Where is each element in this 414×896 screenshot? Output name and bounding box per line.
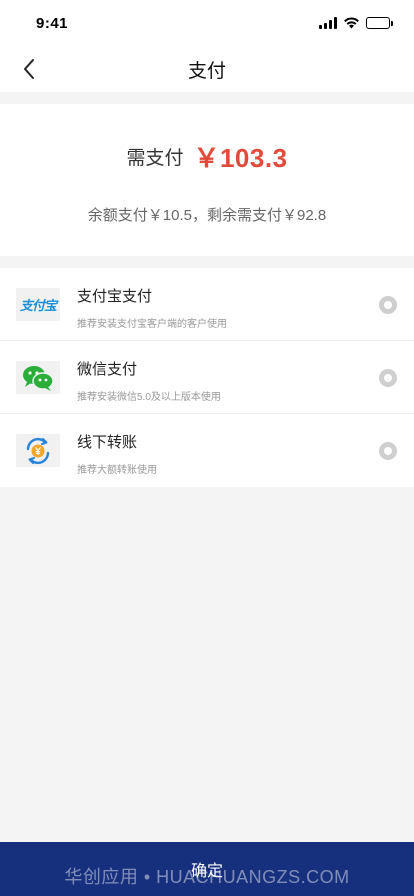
status-bar: 9:41 — [0, 0, 414, 46]
radio-alipay[interactable] — [379, 296, 397, 314]
yen-transfer-icon — [26, 437, 50, 464]
method-text: 线下转账 推荐大额转账使用 — [77, 431, 157, 476]
confirm-button[interactable]: 确定 — [0, 842, 414, 896]
amount-value: ￥103.3 — [193, 143, 288, 173]
method-desc: 推荐安装微信5.0及以上版本使用 — [77, 392, 221, 403]
amount-row: 需支付 ￥103.3 — [0, 138, 414, 175]
nav-bar: 支付 — [0, 46, 414, 92]
bank-transfer-icon — [16, 434, 60, 467]
payment-method-wechat[interactable]: 微信支付 推荐安装微信5.0及以上版本使用 — [0, 341, 414, 414]
alipay-logo: 支付宝 — [16, 288, 60, 321]
wechat-bubbles-icon — [23, 365, 54, 391]
signal-icon — [319, 17, 337, 29]
wifi-icon — [344, 17, 359, 29]
amount-card: 需支付 ￥103.3 余额支付￥10.5，剩余需支付￥92.8 — [0, 104, 414, 256]
method-text: 微信支付 推荐安装微信5.0及以上版本使用 — [77, 358, 221, 403]
method-name: 支付宝支付 — [77, 288, 153, 305]
status-icons — [319, 17, 393, 29]
amount-label: 需支付 — [126, 148, 184, 169]
method-name: 线下转账 — [77, 434, 138, 451]
method-text: 支付宝支付 推荐安装支付宝客户端的客户使用 — [77, 285, 227, 330]
payment-screen: 9:41 支付 需支付 ￥103.3 余额支付￥10.5，剩余需支付￥92.8 … — [0, 0, 414, 896]
payment-methods-list: 支付宝 支付宝支付 推荐安装支付宝客户端的客户使用 微信支付 推荐安装微信5.0… — [0, 268, 414, 487]
amount-breakdown: 余额支付￥10.5，剩余需支付￥92.8 — [87, 207, 327, 224]
radio-wechat[interactable] — [379, 369, 397, 387]
alipay-logo-text: 支付宝 — [19, 299, 57, 314]
chevron-left-icon — [24, 59, 34, 79]
method-desc: 推荐大额转账使用 — [77, 465, 157, 476]
wechat-icon — [16, 361, 60, 394]
method-name: 微信支付 — [77, 361, 138, 378]
status-time: 9:41 — [36, 14, 69, 32]
method-desc: 推荐安装支付宝客户端的客户使用 — [77, 319, 227, 330]
page-title: 支付 — [187, 60, 226, 82]
battery-icon — [366, 17, 393, 29]
radio-offline-transfer[interactable] — [379, 442, 397, 460]
payment-method-offline-transfer[interactable]: 线下转账 推荐大额转账使用 — [0, 414, 414, 487]
confirm-label: 确定 — [190, 863, 223, 880]
payment-method-alipay[interactable]: 支付宝 支付宝支付 推荐安装支付宝客户端的客户使用 — [0, 268, 414, 341]
back-button[interactable] — [12, 52, 46, 86]
